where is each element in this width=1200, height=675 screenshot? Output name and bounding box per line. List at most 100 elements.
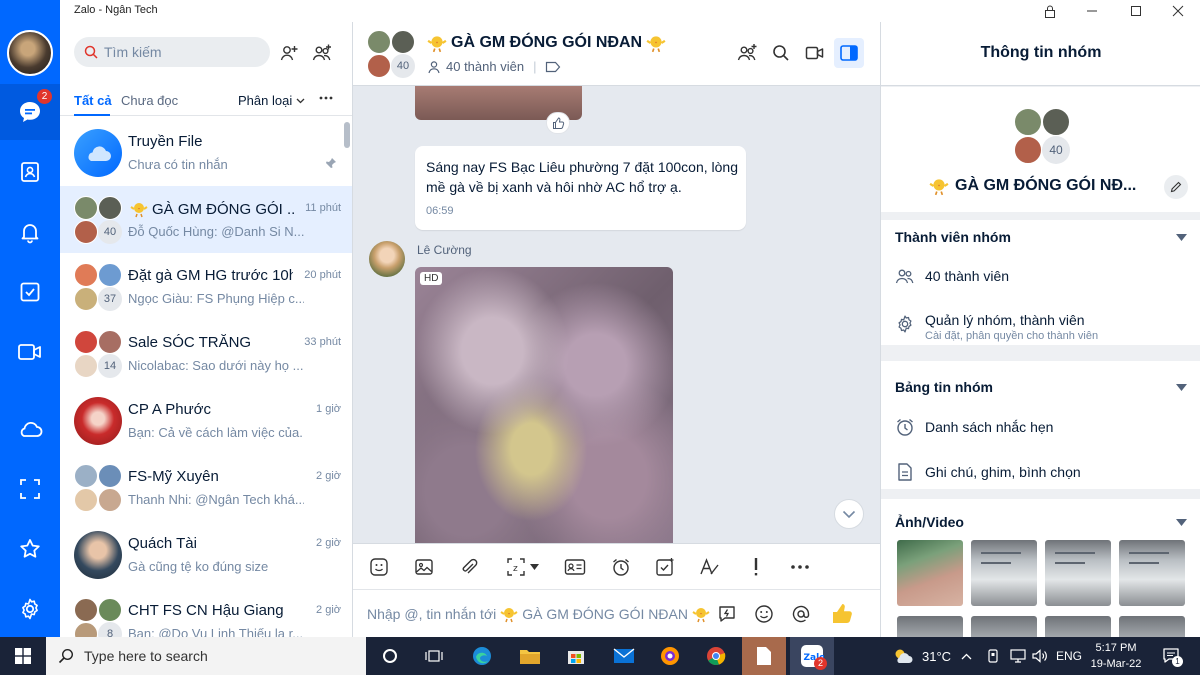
list-item[interactable]: 40 GÀ GM ĐÓNG GÓI ... 11 phút Đỗ Quốc Hù… [60, 186, 352, 253]
react-button[interactable] [546, 112, 570, 134]
taskbar-edge[interactable] [460, 637, 504, 675]
sender-avatar[interactable] [369, 241, 405, 277]
cortana-button[interactable] [368, 637, 412, 675]
user-avatar[interactable] [7, 30, 53, 76]
nav-chat[interactable]: 2 [0, 84, 60, 140]
scroll-down-button[interactable] [834, 499, 864, 529]
video-call-button[interactable] [805, 44, 825, 62]
list-item[interactable]: Quách Tài 2 giờ Gà cũng tệ ko đúng size [60, 521, 352, 588]
more-options-icon[interactable] [318, 90, 334, 106]
send-like-button[interactable] [829, 601, 855, 627]
message-bubble[interactable]: Sáng nay FS Bạc Liêu phường 7 đặt 100con… [415, 146, 746, 230]
search-chat-button[interactable] [772, 44, 790, 62]
network-button[interactable] [1010, 637, 1026, 675]
media-thumbnail[interactable] [971, 616, 1037, 637]
tray-overflow-button[interactable] [961, 637, 972, 675]
tab-unread[interactable]: Chưa đọc [121, 93, 178, 108]
contact-card-button[interactable] [562, 554, 588, 580]
todo-button[interactable] [652, 554, 678, 580]
nav-cloud[interactable] [0, 401, 60, 457]
tray-app-icon[interactable] [986, 637, 1000, 675]
taskbar-search-input[interactable] [84, 648, 344, 664]
search-box[interactable] [74, 37, 270, 67]
member-count-label[interactable]: 40 thành viên [446, 59, 524, 74]
more-tools-button[interactable] [787, 554, 813, 580]
notification-center-button[interactable]: 1 [1158, 637, 1184, 675]
start-button[interactable] [0, 637, 46, 675]
list-item[interactable]: Truyền File Chưa có tin nhắn [60, 119, 352, 186]
search-input[interactable] [104, 44, 254, 60]
taskbar-browser-app[interactable] [648, 637, 692, 675]
list-item[interactable]: FS-Mỹ Xuyên 2 giờ Thanh Nhi: @Ngân Tech … [60, 454, 352, 521]
nav-notifications[interactable] [0, 204, 60, 260]
list-item[interactable]: 8 CHT FS CN Hậu Giang 2 giờ Bạn: @Do Vu … [60, 588, 352, 637]
system-clock[interactable]: 5:17 PM 19-Mar-22 [1088, 640, 1144, 672]
volume-button[interactable] [1032, 637, 1048, 675]
photo-message[interactable]: HD [415, 267, 673, 543]
language-indicator[interactable]: ENG [1056, 637, 1082, 675]
media-thumbnail[interactable] [971, 540, 1037, 606]
taskbar-chrome[interactable] [694, 637, 738, 675]
tab-all[interactable]: Tất cả [74, 93, 112, 108]
create-group-button[interactable] [309, 40, 335, 66]
caret-down-icon[interactable] [1175, 516, 1187, 528]
group-avatar[interactable]: 40 [1014, 108, 1070, 164]
composer-placeholder[interactable]: Nhập @, tin nhắn tới GÀ GM ĐÓNG GÓI NĐAN [367, 605, 710, 623]
sticker-button[interactable] [366, 554, 392, 580]
media-section-title[interactable]: Ảnh/Video [895, 514, 964, 530]
urgent-button[interactable] [743, 554, 769, 580]
emoji-button[interactable] [751, 601, 777, 627]
image-button[interactable] [411, 554, 437, 580]
classify-dropdown[interactable]: Phân loại [238, 93, 305, 108]
reminder-row[interactable]: Danh sách nhắc hẹn [895, 417, 1053, 437]
taskbar-file-explorer[interactable] [508, 637, 552, 675]
nav-screenshot[interactable] [0, 461, 60, 517]
members-row[interactable]: 40 thành viên [895, 267, 1009, 285]
nav-video[interactable] [0, 324, 60, 380]
members-section-title[interactable]: Thành viên nhóm [895, 229, 1011, 245]
maximize-button[interactable] [1114, 0, 1158, 22]
nav-settings[interactable] [0, 581, 60, 637]
screenshot-button[interactable]: z [501, 554, 543, 580]
group-avatar[interactable]: 40 [367, 30, 415, 78]
minimize-button[interactable] [1070, 0, 1114, 22]
nav-starred[interactable] [0, 521, 60, 577]
text-format-button[interactable] [697, 554, 723, 580]
notes-row[interactable]: Ghi chú, ghim, bình chọn [895, 462, 1081, 482]
media-thumbnail[interactable] [897, 540, 963, 606]
taskbar-search[interactable] [46, 637, 366, 675]
mention-button[interactable] [788, 601, 814, 627]
message-composer[interactable]: Nhập @, tin nhắn tới GÀ GM ĐÓNG GÓI NĐAN [353, 589, 880, 637]
media-thumbnail[interactable] [1119, 540, 1185, 606]
attach-button[interactable] [456, 554, 482, 580]
add-friend-button[interactable] [276, 40, 302, 66]
nav-todo[interactable] [0, 264, 60, 320]
close-button[interactable] [1156, 0, 1200, 22]
media-thumbnail[interactable] [1045, 540, 1111, 606]
list-item[interactable]: 14 Sale SÓC TRĂNG 33 phút Nicolabac: Sao… [60, 320, 352, 387]
edit-name-button[interactable] [1164, 175, 1188, 199]
media-thumbnail[interactable] [1045, 616, 1111, 637]
nav-contacts[interactable] [0, 144, 60, 200]
taskbar-store[interactable] [554, 637, 598, 675]
lock-icon[interactable] [1028, 0, 1072, 22]
list-item[interactable]: 37 Đặt gà GM HG trước 10h 20 phút Ngọc G… [60, 253, 352, 320]
list-scrollbar[interactable] [344, 122, 350, 148]
taskbar-zalo[interactable]: Zalo 2 [790, 637, 834, 675]
add-member-button[interactable] [736, 42, 758, 64]
weather-widget[interactable]: 31°C [892, 637, 951, 675]
list-item[interactable]: CP A Phước 1 giờ Bạn: Cả về cách làm việ… [60, 387, 352, 454]
toggle-info-button[interactable] [834, 38, 864, 68]
media-thumbnail[interactable] [1119, 616, 1185, 637]
manage-group-row[interactable]: Quản lý nhóm, thành viên Cài đặt, phân q… [895, 312, 1098, 342]
media-thumbnail[interactable] [897, 616, 963, 637]
caret-down-icon[interactable] [1175, 381, 1187, 393]
taskbar-document-app[interactable] [742, 637, 786, 675]
quick-message-button[interactable] [714, 601, 740, 627]
caret-down-icon[interactable] [1175, 231, 1187, 243]
tag-icon[interactable] [545, 61, 561, 73]
taskbar-mail[interactable] [602, 637, 646, 675]
task-view-button[interactable] [412, 637, 456, 675]
reminder-button[interactable] [608, 554, 634, 580]
board-section-title[interactable]: Bảng tin nhóm [895, 379, 993, 395]
